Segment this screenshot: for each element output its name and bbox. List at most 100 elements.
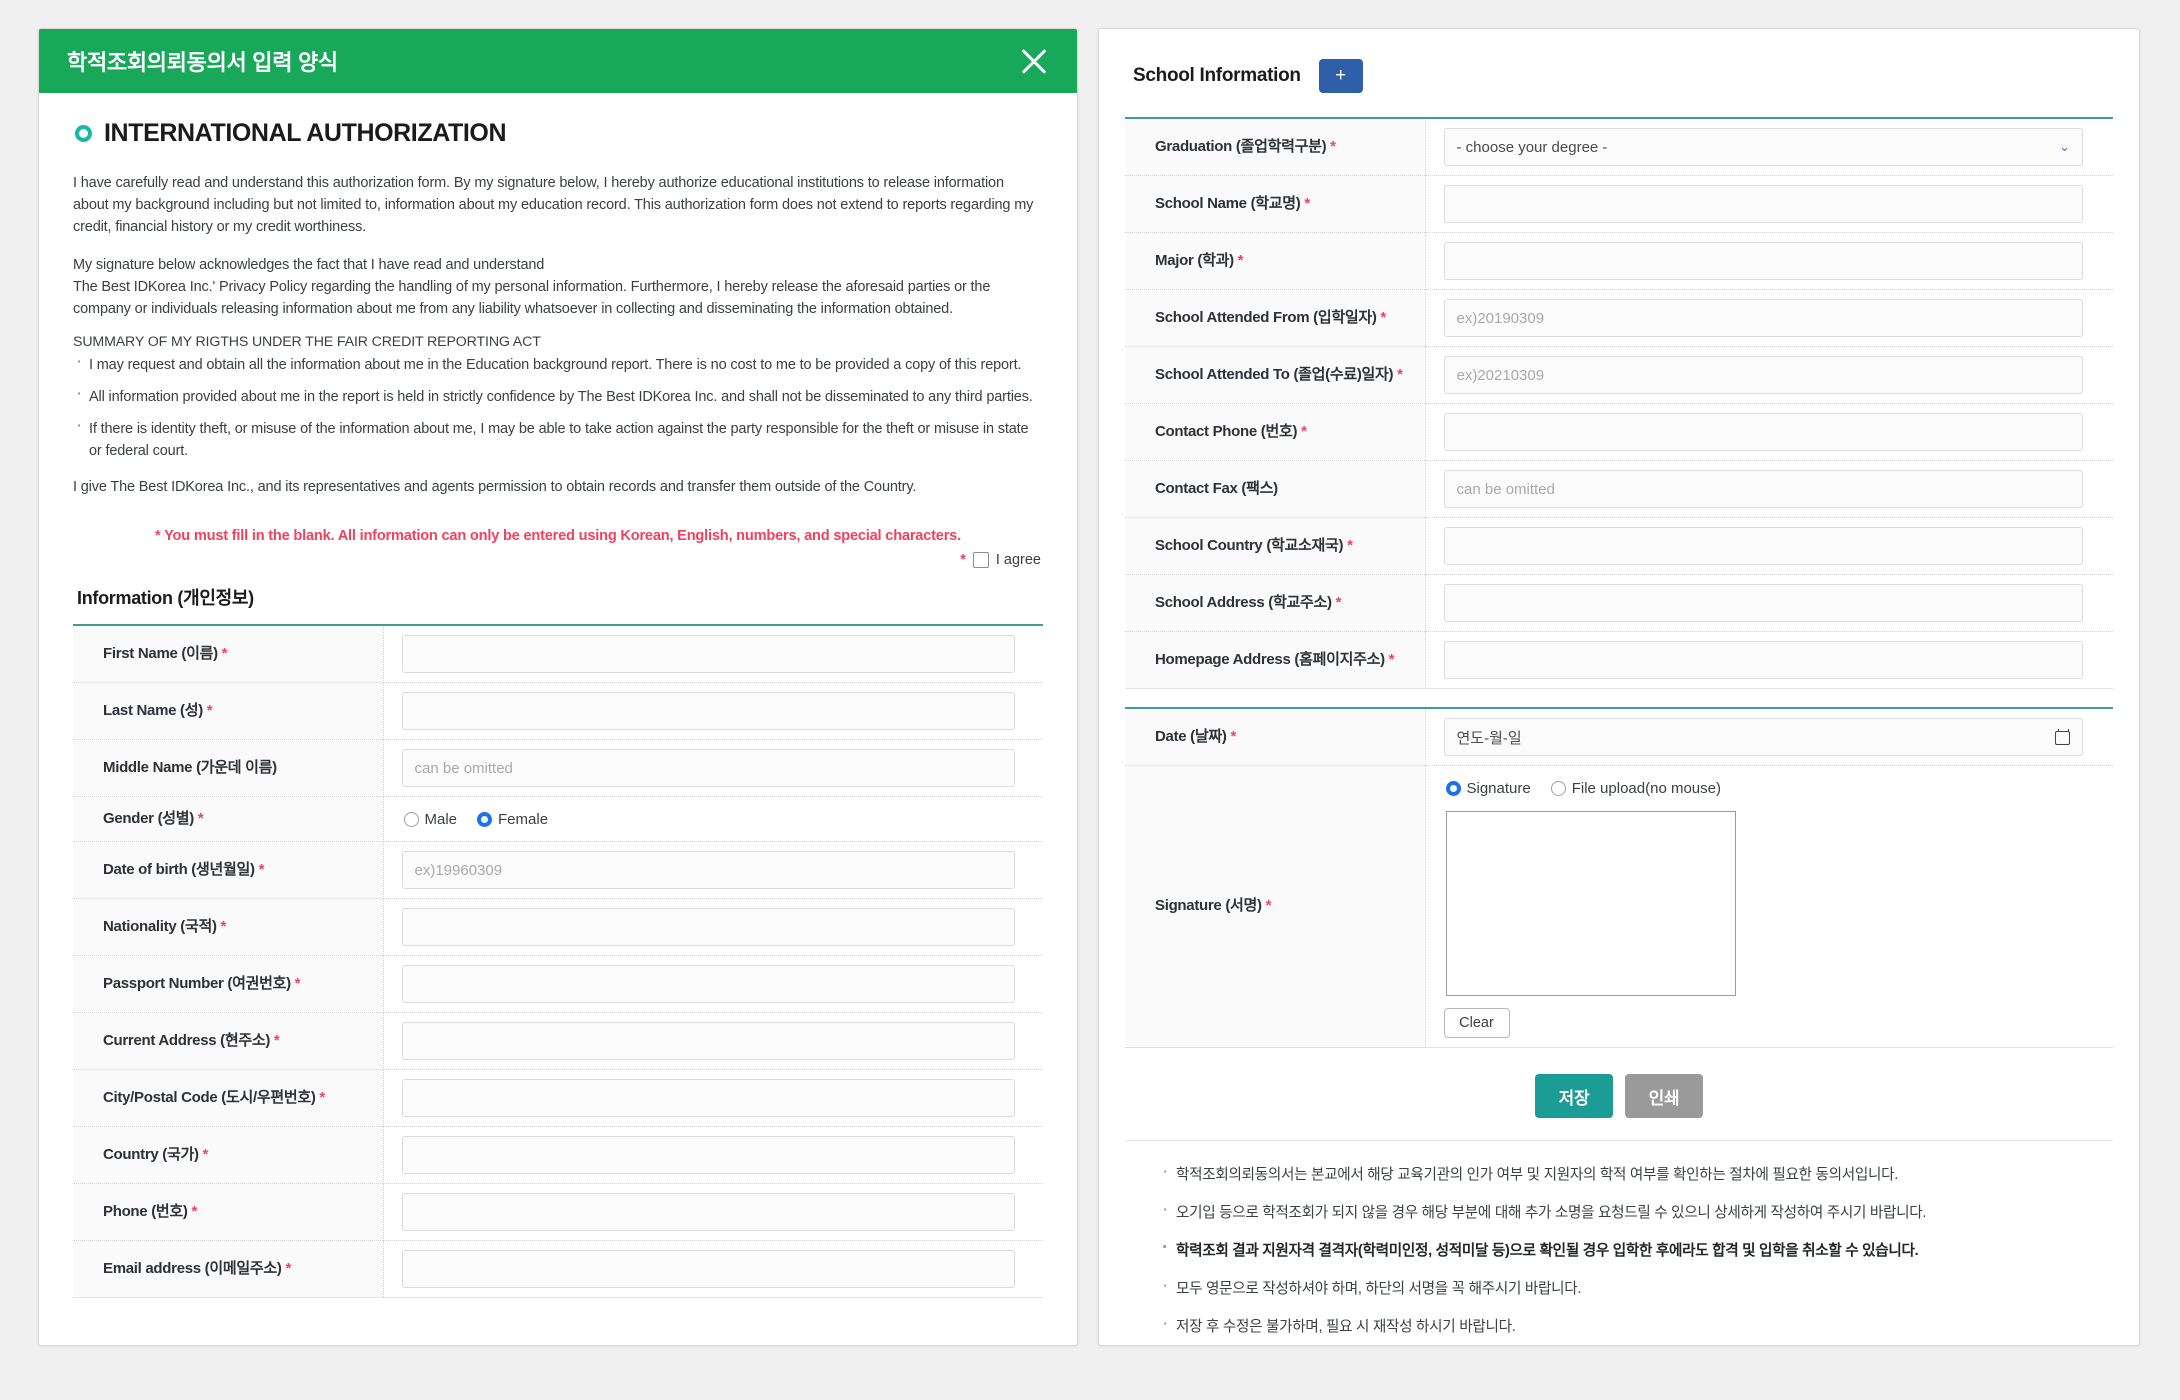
field-label: School Name (학교명) bbox=[1155, 195, 1300, 212]
add-school-button[interactable]: + bbox=[1319, 59, 1363, 93]
required-mark: * bbox=[1297, 423, 1306, 440]
text-input[interactable]: can be omitted bbox=[402, 749, 1016, 787]
required-mark: * bbox=[270, 1032, 279, 1049]
required-mark: * bbox=[1326, 138, 1335, 155]
table-row: Contact Fax (팩스) can be omitted bbox=[1125, 461, 2113, 518]
school-information-table: Graduation (졸업학력구분) * - choose your degre… bbox=[1125, 117, 2113, 689]
notice-list: 학적조회의뢰동의서는 본교에서 해당 교육기관의 인가 여부 및 지원자의 학적… bbox=[1159, 1165, 2093, 1338]
signature-canvas[interactable] bbox=[1446, 811, 1736, 996]
required-mark: * bbox=[203, 702, 212, 719]
text-input[interactable]: ex)20190309 bbox=[1444, 299, 2084, 337]
degree-select[interactable]: - choose your degree -⌄ bbox=[1444, 128, 2084, 166]
text-input[interactable] bbox=[402, 965, 1016, 1003]
text-input[interactable] bbox=[402, 1079, 1016, 1117]
text-input[interactable] bbox=[402, 692, 1016, 730]
field-label-cell: Homepage Address (홈페이지주소) * bbox=[1125, 632, 1425, 689]
table-row: Email address (이메일주소) * bbox=[73, 1241, 1043, 1298]
radio-female[interactable]: Female bbox=[477, 811, 548, 828]
field-label: Gender (성별) bbox=[103, 810, 194, 827]
radio-male[interactable]: Male bbox=[404, 811, 458, 828]
clear-signature-button[interactable]: Clear bbox=[1444, 1008, 1510, 1038]
field-label-cell: Graduation (졸업학력구분) * bbox=[1125, 118, 1425, 176]
field-value-cell bbox=[383, 1127, 1043, 1184]
field-label: Passport Number (여권번호) bbox=[103, 975, 291, 992]
radio-signature-dot[interactable] bbox=[1446, 781, 1461, 796]
authorization-modal: 학적조회의뢰동의서 입력 양식 INTERNATIONAL AUTHORIZAT… bbox=[38, 28, 1078, 1346]
modal-title: 학적조회의뢰동의서 입력 양식 bbox=[67, 45, 338, 77]
required-mark: * bbox=[282, 1260, 291, 1277]
required-mark: * bbox=[1343, 537, 1352, 554]
field-value-cell bbox=[383, 1184, 1043, 1241]
text-input[interactable] bbox=[1444, 242, 2084, 280]
print-button[interactable]: 인쇄 bbox=[1625, 1074, 1703, 1118]
field-label: School Country (학교소재국) bbox=[1155, 537, 1343, 554]
text-input[interactable] bbox=[402, 1193, 1016, 1231]
chevron-down-icon: ⌄ bbox=[2059, 139, 2070, 155]
text-input[interactable]: ex)20210309 bbox=[1444, 356, 2084, 394]
text-input[interactable] bbox=[1444, 527, 2084, 565]
circle-icon bbox=[75, 125, 92, 142]
field-value-cell: - choose your degree -⌄ bbox=[1425, 118, 2113, 176]
field-label-cell: Middle Name (가운데 이름) bbox=[73, 740, 383, 797]
table-row: Passport Number (여권번호) * bbox=[73, 956, 1043, 1013]
field-label: School Attended To (졸업(수료)일자) bbox=[1155, 366, 1393, 383]
page-title: INTERNATIONAL AUTHORIZATION bbox=[73, 119, 1043, 148]
field-label-cell: Major (학과) * bbox=[1125, 233, 1425, 290]
field-value-cell: can be omitted bbox=[383, 740, 1043, 797]
table-row: Graduation (졸업학력구분) * - choose your degre… bbox=[1125, 118, 2113, 176]
text-input[interactable] bbox=[402, 1136, 1016, 1174]
input-placeholder: ex)19960309 bbox=[415, 862, 503, 879]
signature-value-cell: Signature File upload(no mouse) Clear bbox=[1425, 766, 2113, 1048]
date-placeholder: 연도-월-일 bbox=[1457, 727, 1522, 748]
text-input[interactable] bbox=[1444, 185, 2084, 223]
field-label-cell: School Attended From (입학일자) * bbox=[1125, 290, 1425, 347]
paragraph-2-line-1: My signature below acknowledges the fact… bbox=[73, 257, 544, 273]
radio-file-upload[interactable]: File upload(no mouse) bbox=[1551, 780, 1721, 797]
field-value-cell: Male Female bbox=[383, 797, 1043, 842]
information-heading: Information (개인정보) bbox=[77, 584, 1043, 610]
field-label-cell: School Attended To (졸업(수료)일자) * bbox=[1125, 347, 1425, 404]
table-row: School Country (학교소재국) * bbox=[1125, 518, 2113, 575]
text-input[interactable] bbox=[402, 908, 1016, 946]
date-label-cell: Date (날짜) * bbox=[1125, 708, 1425, 766]
field-label-cell: School Country (학교소재국) * bbox=[1125, 518, 1425, 575]
field-label: Country (국가) bbox=[103, 1146, 199, 1163]
field-value-cell bbox=[1425, 632, 2113, 689]
field-label: Contact Fax (팩스) bbox=[1155, 480, 1278, 497]
table-row: Major (학과) * bbox=[1125, 233, 2113, 290]
radio-file-upload-dot[interactable] bbox=[1551, 781, 1566, 796]
field-label-cell: Last Name (성) * bbox=[73, 683, 383, 740]
field-label: Nationality (국적) bbox=[103, 918, 217, 935]
table-row: Country (국가) * bbox=[73, 1127, 1043, 1184]
text-input[interactable]: ex)19960309 bbox=[402, 851, 1016, 889]
radio-female-dot[interactable] bbox=[477, 812, 492, 827]
authorization-paragraph-2: My signature below acknowledges the fact… bbox=[73, 254, 1043, 320]
signature-label-cell: Signature (서명) * bbox=[1125, 766, 1425, 1048]
text-input[interactable] bbox=[1444, 413, 2084, 451]
save-button[interactable]: 저장 bbox=[1535, 1074, 1613, 1118]
field-value-cell bbox=[383, 899, 1043, 956]
agree-checkbox[interactable] bbox=[973, 552, 989, 568]
close-icon[interactable] bbox=[1017, 44, 1051, 78]
text-input[interactable] bbox=[1444, 584, 2084, 622]
signature-mode-radios: Signature File upload(no mouse) bbox=[1444, 775, 2084, 801]
text-input[interactable] bbox=[402, 1250, 1016, 1288]
text-input[interactable] bbox=[402, 635, 1016, 673]
text-input[interactable]: can be omitted bbox=[1444, 470, 2084, 508]
text-input[interactable] bbox=[402, 1022, 1016, 1060]
field-label: City/Postal Code (도시/우편번호) bbox=[103, 1089, 316, 1106]
text-input[interactable] bbox=[1444, 641, 2084, 679]
radio-signature[interactable]: Signature bbox=[1446, 780, 1531, 797]
table-row: Nationality (국적) * bbox=[73, 899, 1043, 956]
field-value-cell bbox=[1425, 404, 2113, 461]
list-item: All information provided about me in the… bbox=[73, 386, 1043, 408]
notice-item: 오기입 등으로 학적조회가 되지 않을 경우 해당 부분에 대해 추가 소명을 … bbox=[1159, 1203, 2093, 1225]
table-row: Date of birth (생년월일) *ex)19960309 bbox=[73, 842, 1043, 899]
calendar-icon[interactable] bbox=[2055, 729, 2070, 745]
table-row: School Name (학교명) * bbox=[1125, 176, 2113, 233]
required-mark: * bbox=[291, 975, 300, 992]
table-row: School Attended From (입학일자) * ex)20190309 bbox=[1125, 290, 2113, 347]
radio-male-dot[interactable] bbox=[404, 812, 419, 827]
field-label-cell: Contact Phone (번호) * bbox=[1125, 404, 1425, 461]
date-input[interactable]: 연도-월-일 bbox=[1444, 718, 2084, 756]
